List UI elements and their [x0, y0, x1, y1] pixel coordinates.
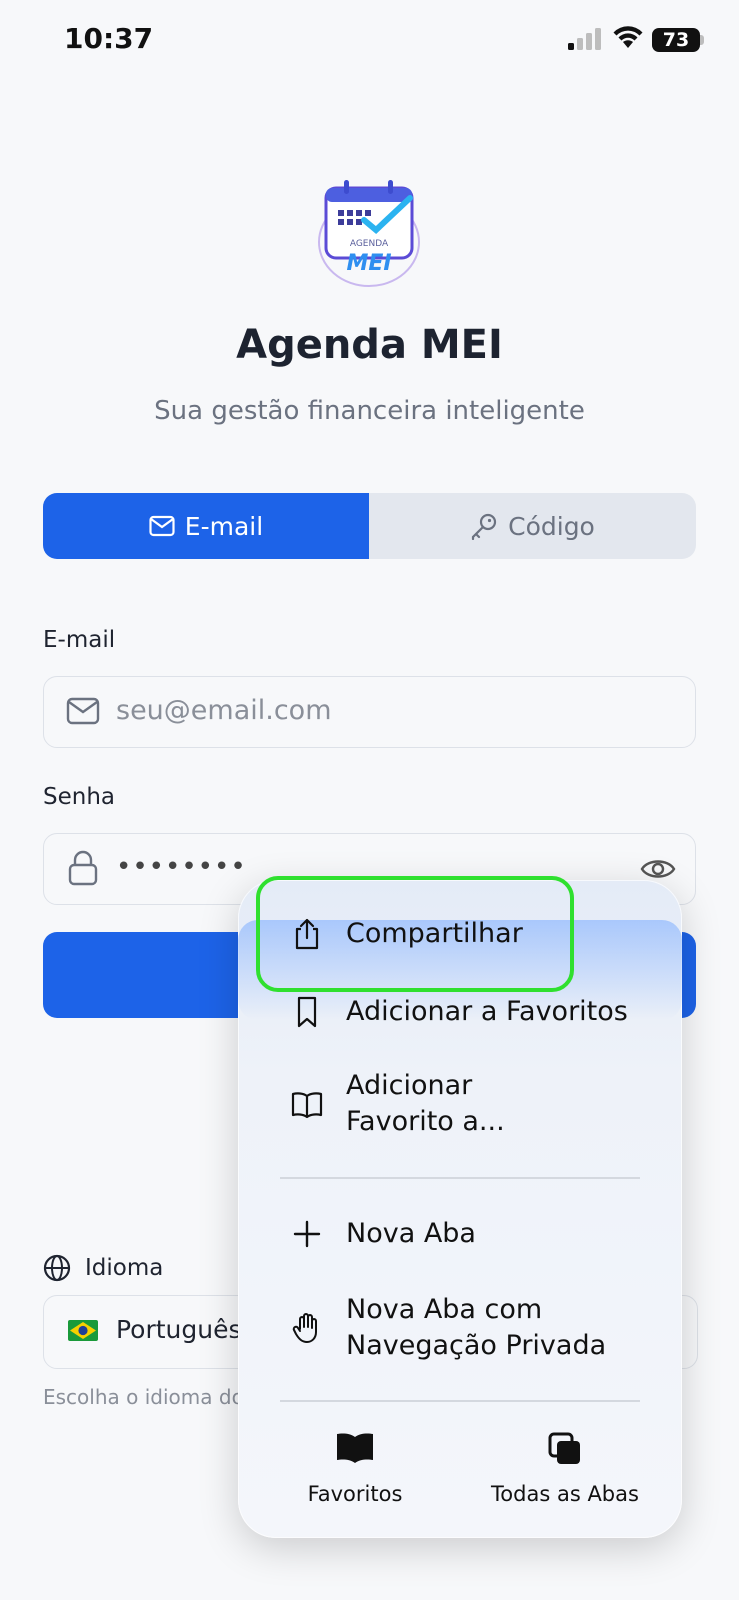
app-subtitle: Sua gestão financeira inteligente — [154, 396, 585, 426]
tab-email[interactable]: E-mail — [43, 493, 369, 559]
favorites-book-icon — [337, 1433, 373, 1463]
menu-item-new-private-tab[interactable]: Nova Aba com Navegação Privada — [290, 1292, 606, 1364]
language-label: Idioma — [85, 1255, 164, 1281]
menu-item-new-tab[interactable]: Nova Aba — [290, 1216, 476, 1252]
key-icon — [472, 513, 497, 540]
brazil-flag-icon — [68, 1320, 98, 1341]
bookmark-icon — [297, 996, 317, 1028]
tab-code-label: Código — [508, 511, 595, 541]
password-value: •••••••• — [116, 852, 247, 882]
menu-bottom-favorites[interactable]: Favoritos — [300, 1432, 410, 1506]
mail-icon — [149, 515, 175, 537]
tab-email-label: E-mail — [184, 511, 264, 541]
menu-item-add-favorites-label: Adicionar a Favoritos — [346, 996, 628, 1027]
eye-icon[interactable] — [640, 856, 676, 882]
tab-code[interactable]: Código — [369, 493, 696, 559]
language-hint: Escolha o idioma do — [43, 1385, 244, 1409]
email-placeholder: seu@email.com — [116, 695, 332, 726]
app-title: Agenda MEI — [236, 322, 503, 368]
email-label: E-mail — [43, 627, 116, 653]
menu-bottom-favorites-label: Favoritos — [307, 1482, 403, 1506]
book-icon — [291, 1092, 323, 1119]
menu-item-add-favorites[interactable]: Adicionar a Favoritos — [290, 994, 628, 1030]
plus-icon — [293, 1220, 321, 1248]
menu-bottom-all-tabs[interactable]: Todas as Abas — [485, 1432, 645, 1506]
login-method-tabs: E-mail Código — [43, 493, 696, 559]
menu-item-new-private-tab-line2: Navegação Privada — [346, 1330, 607, 1361]
svg-text:MEI: MEI — [346, 251, 391, 276]
menu-divider — [280, 1400, 640, 1402]
share-highlight-frame — [256, 876, 574, 992]
cellular-signal-icon — [568, 28, 601, 50]
password-label: Senha — [43, 784, 115, 810]
wifi-icon — [613, 26, 643, 48]
lock-icon — [68, 850, 98, 886]
menu-item-add-bookmark-to-line2: Favorito a... — [346, 1106, 505, 1137]
battery-indicator: 73 — [652, 28, 700, 52]
globe-icon — [43, 1254, 71, 1282]
menu-bottom-all-tabs-label: Todas as Abas — [491, 1482, 639, 1506]
menu-item-new-private-tab-line1: Nova Aba com — [346, 1294, 543, 1325]
app-logo: AGENDA MEI — [318, 180, 420, 287]
language-value: Português — [116, 1315, 242, 1344]
status-time: 10:37 — [64, 22, 154, 55]
menu-item-add-bookmark-to[interactable]: Adicionar Favorito a... — [290, 1068, 505, 1140]
battery-tip — [700, 35, 704, 45]
email-field[interactable]: seu@email.com — [43, 676, 696, 748]
mail-icon — [66, 697, 100, 725]
menu-item-new-tab-label: Nova Aba — [346, 1218, 476, 1249]
menu-divider — [280, 1177, 640, 1179]
svg-text:AGENDA: AGENDA — [350, 239, 389, 249]
tabs-icon — [548, 1432, 580, 1464]
menu-item-add-bookmark-to-line1: Adicionar — [346, 1070, 473, 1101]
hand-icon — [292, 1313, 317, 1343]
